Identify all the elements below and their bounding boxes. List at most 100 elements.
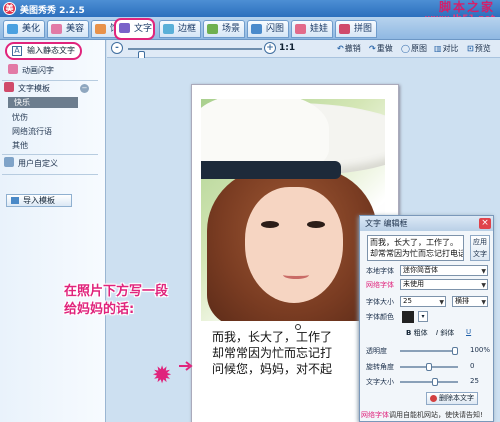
sidebar-item-user-custom[interactable]: 用户自定义	[4, 157, 58, 171]
text-size-label: 文字大小	[366, 378, 394, 386]
sidebar-item-label: 动画闪字	[22, 66, 54, 75]
delete-icon	[430, 395, 437, 402]
opacity-slider[interactable]	[400, 347, 458, 355]
zoom-out-button[interactable]: -	[111, 42, 123, 54]
portrait-photo	[201, 99, 385, 321]
watermark-title: 脚本之家	[438, 0, 495, 14]
white-hat	[201, 99, 385, 179]
original-button[interactable]: ◯原图	[401, 43, 427, 54]
app-title: 美图秀秀 2.2.5	[20, 6, 85, 16]
editor-title: 文字 编辑框	[365, 219, 408, 228]
close-icon[interactable]: ×	[479, 218, 491, 229]
tab-scene[interactable]: 场景	[203, 20, 245, 38]
text-size-row: 文字大小 25	[360, 376, 493, 388]
zoom-ratio[interactable]: 1:1	[279, 43, 295, 53]
redo-button[interactable]: ↷重做	[369, 43, 393, 54]
frame-icon	[163, 24, 174, 34]
sidebar-item-animated-text[interactable]: 动画闪字	[8, 64, 54, 78]
apply-text-button[interactable]: 应用 文字	[470, 235, 490, 261]
cosmetic-icon	[51, 24, 62, 34]
redo-icon: ↷	[369, 44, 376, 53]
sidebar-item-text-templates[interactable]: 文字模板	[4, 82, 50, 96]
text-size-slider[interactable]	[400, 378, 458, 386]
undo-button[interactable]: ↶撤销	[337, 43, 361, 54]
app-logo: 美	[3, 2, 16, 15]
font-size-select[interactable]: 25 ▼	[400, 296, 446, 307]
template-item-other[interactable]: 其他	[12, 140, 28, 151]
input-static-text-button[interactable]: A 输入静态文字	[5, 42, 82, 60]
mouth	[283, 271, 309, 279]
template-item-happy[interactable]: 快乐	[8, 97, 78, 108]
tab-frame[interactable]: 边框	[159, 20, 201, 38]
text-size-slider-thumb[interactable]	[432, 378, 439, 386]
import-template-button[interactable]: 导入模板	[6, 194, 72, 207]
app-window: 美 美图秀秀 2.2.5 脚本之家 www.Jb51.net 美化 美容 饰品 …	[0, 0, 500, 422]
zoom-slider[interactable]	[128, 48, 262, 62]
font-size-row: 字体大小 25 ▼ 横排 ▼	[360, 296, 493, 308]
doll-icon	[295, 24, 306, 34]
rotation-value: 0	[470, 362, 475, 370]
right-eye	[307, 221, 325, 228]
animated-text-icon	[8, 64, 18, 74]
tab-label: 闪图	[266, 24, 285, 34]
collage-icon	[339, 24, 350, 34]
zoom-in-button[interactable]: +	[264, 42, 276, 54]
italic-label: 斜体	[440, 329, 455, 337]
net-font-select[interactable]: 未使用 ▼	[400, 279, 488, 290]
opacity-value: 100%	[470, 346, 491, 354]
tab-label: 边框	[178, 24, 197, 34]
bold-toggle[interactable]: B 粗体	[406, 328, 428, 338]
accessory-icon	[95, 24, 106, 34]
local-font-label: 本地字体	[366, 267, 394, 275]
net-font-value: 未使用	[403, 280, 424, 288]
chevron-down-icon: ▼	[439, 299, 444, 306]
text-a-icon: A	[12, 46, 22, 56]
tab-doll[interactable]: 娃娃	[291, 20, 333, 38]
editor-footer-note: 网络字体调用自能机网站，使快请告知!	[361, 409, 492, 421]
delete-text-button[interactable]: 删除本文字	[426, 392, 478, 405]
divider	[2, 80, 98, 81]
underline-toggle[interactable]: U	[466, 328, 471, 336]
color-picker-button[interactable]: ▾	[418, 311, 428, 322]
main-tab-bar: 美化 美容 饰品 文字 边框 场景 闪图 娃娃 拼图	[0, 17, 500, 40]
editor-header: 文字 编辑框 ×	[360, 216, 493, 231]
tab-text[interactable]: 文字	[114, 18, 155, 40]
redo-label: 重做	[376, 44, 393, 53]
rotation-slider[interactable]	[400, 363, 458, 371]
left-sidebar: A 输入静态文字 动画闪字 文字模板 − 快乐 忧伤 网络流行语 其他 用户自定…	[0, 40, 106, 422]
text-editor-panel: 文字 编辑框 × 而我，长大了，工作了。 却常常因为忙而忘记打电话 应用 文字 …	[359, 215, 494, 422]
tab-flash[interactable]: 闪图	[247, 20, 289, 38]
template-love-icon	[4, 82, 14, 92]
undo-label: 撤销	[344, 44, 361, 53]
opacity-slider-thumb[interactable]	[452, 347, 458, 355]
footer-link[interactable]: 网络字体	[361, 411, 389, 419]
tab-label: 美容	[66, 24, 85, 34]
template-item-internet-slang[interactable]: 网络流行语	[12, 126, 52, 137]
preview-label: 预览	[474, 44, 491, 53]
font-size-label: 字体大小	[366, 298, 394, 306]
scene-icon	[207, 24, 218, 34]
local-font-select[interactable]: 迷你简音体 ▼	[400, 265, 488, 276]
tab-collage[interactable]: 拼图	[335, 20, 377, 38]
input-static-text-label: 输入静态文字	[27, 46, 75, 55]
collapse-icon[interactable]: −	[80, 84, 89, 93]
divider	[2, 174, 98, 175]
tab-beautify[interactable]: 美化	[3, 20, 45, 38]
hat-band	[201, 161, 341, 179]
text-size-value: 25	[470, 377, 479, 385]
italic-toggle[interactable]: I 斜体	[436, 328, 454, 338]
orientation-select[interactable]: 横排 ▼	[452, 296, 488, 307]
original-label: 原图	[410, 44, 427, 53]
rotation-slider-thumb[interactable]	[426, 363, 432, 371]
font-color-label: 字体颜色	[366, 313, 394, 321]
orientation-value: 横排	[455, 297, 469, 305]
tab-cosmetic[interactable]: 美容	[47, 20, 89, 38]
preview-button[interactable]: ⊡预览	[467, 43, 491, 54]
template-item-sad[interactable]: 忧伤	[12, 112, 28, 123]
editor-text-input[interactable]: 而我，长大了，工作了。 却常常因为忙而忘记打电话	[367, 235, 464, 261]
undo-icon: ↶	[337, 44, 344, 53]
divider	[2, 154, 98, 155]
tab-label: 场景	[222, 24, 241, 34]
compare-button[interactable]: ▥对比	[434, 43, 459, 54]
font-color-swatch[interactable]	[402, 311, 414, 323]
